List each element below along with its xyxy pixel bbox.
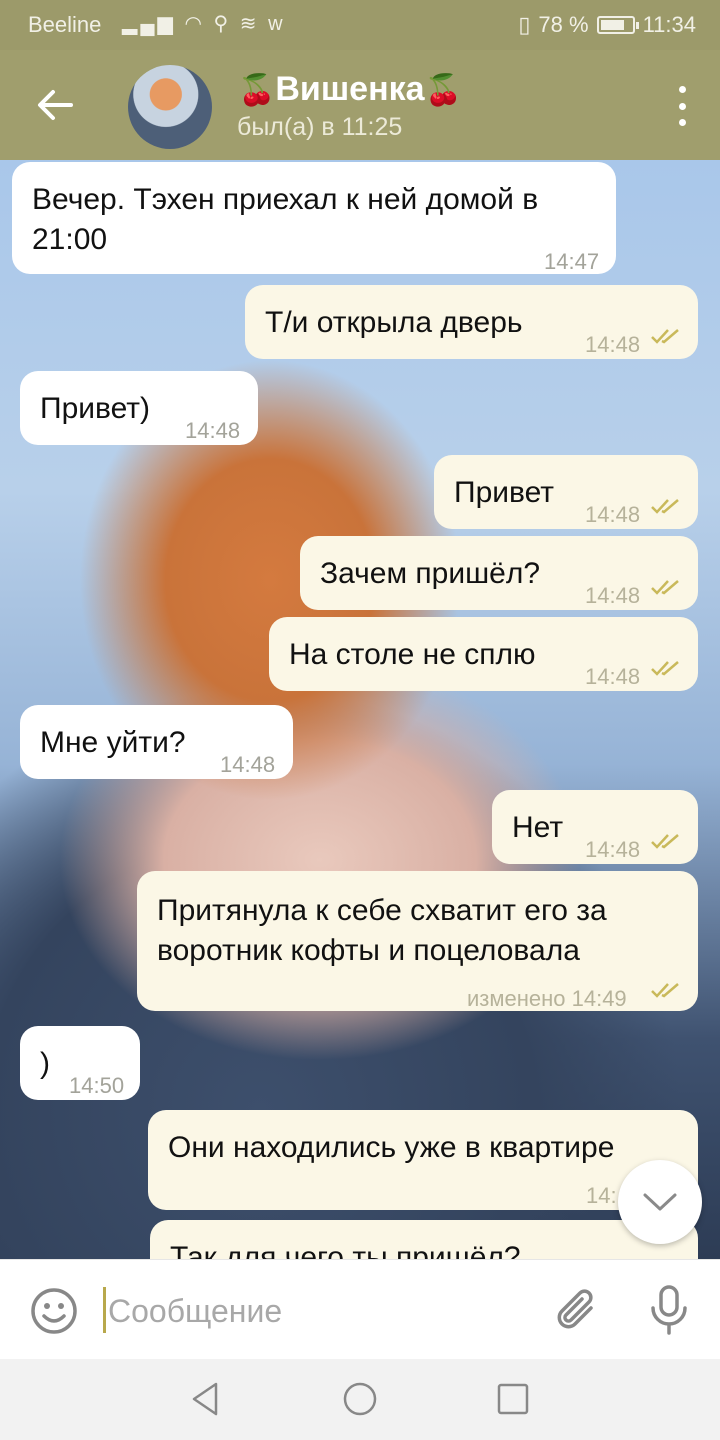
message-time: 14:50 bbox=[69, 1073, 125, 1098]
message-text: ) bbox=[40, 1047, 50, 1080]
emoji-icon[interactable] bbox=[30, 1287, 78, 1335]
chat-messages[interactable]: Вечер. Тэхен приехал к ней домой в 21:00… bbox=[0, 160, 720, 1259]
double-check-icon bbox=[651, 983, 679, 998]
message-bubble[interactable]: Мне уйти? 14:48 bbox=[20, 705, 293, 779]
message-bubble[interactable]: Привет) 14:48 bbox=[20, 371, 258, 445]
message-bubble[interactable]: Так для чего ты пришёл? bbox=[150, 1220, 698, 1259]
double-check-icon bbox=[651, 834, 679, 849]
double-check-icon bbox=[651, 499, 679, 514]
chat-title-name: Вишенка bbox=[275, 70, 425, 108]
message-input[interactable] bbox=[106, 1282, 530, 1340]
status-bar: Beeline ▂▄▆ ◠ ⚲ ≋ w ▯ 78 % 11:34 bbox=[0, 0, 720, 50]
nav-home-icon[interactable] bbox=[340, 1379, 380, 1419]
message-time: 14:48 bbox=[585, 502, 641, 527]
double-check-icon bbox=[651, 329, 679, 344]
attach-icon[interactable] bbox=[553, 1286, 601, 1334]
vibrate-icon: ▯ bbox=[518, 12, 531, 37]
more-vert-icon bbox=[678, 86, 686, 93]
clock: 11:34 bbox=[642, 12, 696, 37]
message-bubble[interactable]: Зачем пришёл? 14:48 bbox=[300, 536, 698, 610]
chat-header: 🍒Вишенка🍒 был(а) в 11:25 bbox=[0, 50, 720, 160]
avatar[interactable] bbox=[128, 65, 212, 149]
more-menu-button[interactable] bbox=[676, 86, 688, 126]
last-seen: был(а) в 11:25 bbox=[237, 113, 403, 141]
message-bubble[interactable]: Они находились уже в квартире 14: bbox=[148, 1110, 698, 1210]
mic-icon[interactable] bbox=[645, 1284, 693, 1336]
message-text: Привет) bbox=[40, 392, 151, 425]
message-bubble[interactable]: На столе не сплю 14:48 bbox=[269, 617, 698, 691]
message-time: 14:48 bbox=[585, 583, 641, 608]
message-time: изменено 14:49 bbox=[467, 986, 627, 1011]
cherry-emoji: 🍒 bbox=[238, 74, 276, 107]
message-text: Вечер. Тэхен приехал к ней домой в 21:00 bbox=[32, 183, 539, 256]
cherry-emoji: 🍒 bbox=[424, 74, 462, 107]
message-text: Мне уйти? bbox=[40, 726, 186, 759]
double-check-icon bbox=[651, 661, 679, 676]
message-time: 14:48 bbox=[585, 664, 641, 689]
chevron-down-icon bbox=[643, 1193, 677, 1211]
double-check-icon bbox=[651, 580, 679, 595]
message-bubble[interactable]: Вечер. Тэхен приехал к ней домой в 21:00… bbox=[12, 162, 616, 274]
battery-percent: 78 % bbox=[538, 12, 589, 37]
search-status-icon: ⚲ bbox=[213, 13, 232, 35]
app-notification-icon: w bbox=[268, 13, 286, 35]
message-bubble[interactable]: ) 14:50 bbox=[20, 1026, 140, 1100]
scroll-down-button[interactable] bbox=[618, 1160, 702, 1244]
back-arrow-icon bbox=[38, 90, 73, 120]
message-bubble[interactable]: Привет 14:48 bbox=[434, 455, 698, 529]
status-icons: ▂▄▆ ◠ ⚲ ≋ w bbox=[122, 11, 286, 36]
message-time: 14:48 bbox=[220, 752, 276, 777]
carrier-name: Beeline bbox=[28, 12, 102, 37]
nav-back-icon[interactable] bbox=[186, 1379, 226, 1419]
message-bubble[interactable]: Притянула к себе схватит его за воротник… bbox=[137, 871, 698, 1011]
system-nav-bar bbox=[0, 1359, 720, 1440]
message-time: 14:48 bbox=[585, 332, 641, 357]
message-time: 14:48 bbox=[185, 418, 241, 443]
message-text: Притянула к себе схватит его за воротник… bbox=[157, 894, 607, 967]
signal-icon: ▂▄▆ bbox=[122, 13, 176, 35]
back-button[interactable] bbox=[30, 80, 80, 130]
message-text: Так для чего ты пришёл? bbox=[170, 1241, 521, 1259]
message-text: На столе не сплю bbox=[289, 638, 536, 671]
message-time: 14:48 bbox=[585, 837, 641, 862]
battery-icon bbox=[596, 16, 639, 34]
message-text: Зачем пришёл? bbox=[320, 557, 541, 590]
message-composer bbox=[0, 1259, 720, 1360]
wifi-icon: ◠ bbox=[184, 13, 205, 35]
cast-icon: ≋ bbox=[239, 13, 260, 35]
message-text: Нет bbox=[512, 811, 564, 844]
message-bubble[interactable]: Нет 14:48 bbox=[492, 790, 698, 864]
message-text: Привет bbox=[454, 476, 555, 509]
message-text: Они находились уже в квартире bbox=[168, 1131, 615, 1164]
message-text: Т/и открыла дверь bbox=[265, 306, 523, 339]
nav-recents-icon[interactable] bbox=[493, 1379, 533, 1419]
message-time: 14:47 bbox=[544, 249, 600, 274]
message-time: 14: bbox=[586, 1183, 617, 1208]
message-bubble[interactable]: Т/и открыла дверь 14:48 bbox=[245, 285, 698, 359]
chat-title[interactable]: 🍒Вишенка🍒 bbox=[238, 70, 462, 109]
